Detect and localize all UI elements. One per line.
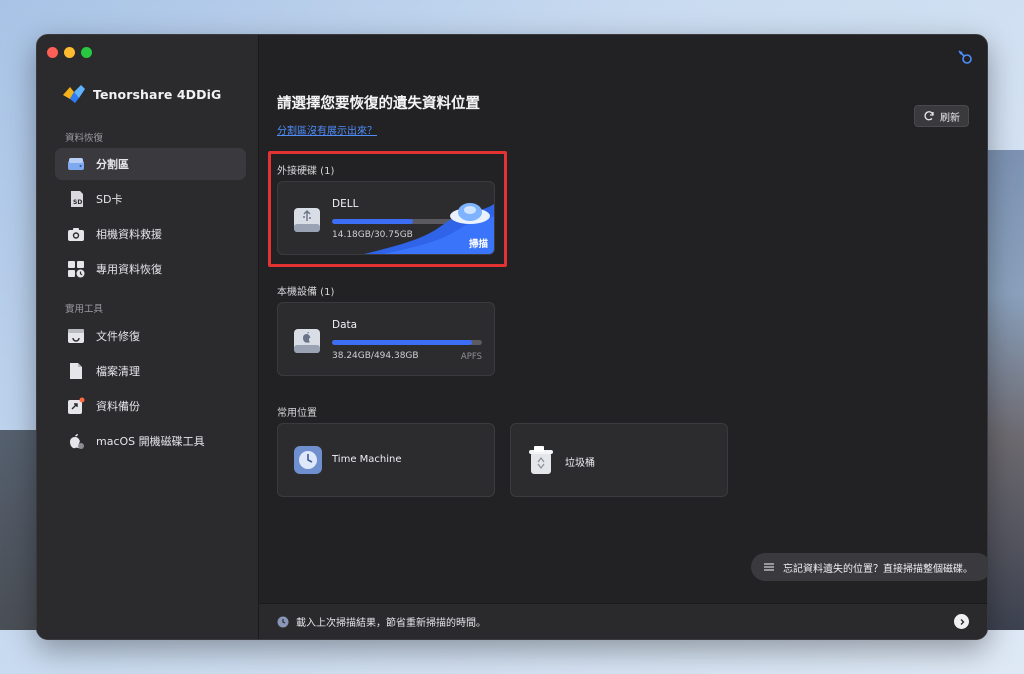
refresh-label: 刷新: [940, 112, 960, 124]
sidebar-item-label: 相機資料救援: [96, 228, 162, 241]
close-window-button[interactable]: [47, 47, 58, 58]
drive-card-dell[interactable]: DELL 14.18GB/30.75GB 掃描: [277, 181, 495, 255]
brand: Tenorshare 4DDiG: [61, 83, 221, 105]
sidebar-item-label: 資料備份: [96, 400, 140, 413]
sidebar-item-label: 專用資料恢復: [96, 263, 162, 276]
sidebar-item-label: 檔案清理: [96, 365, 140, 378]
apple-boot-icon: [67, 432, 85, 450]
common-locations-label: 常用位置: [277, 408, 317, 419]
drive-usage-fill: [332, 340, 472, 345]
page-title: 請選擇您要恢復的遺失資料位置: [277, 96, 480, 112]
sidebar: Tenorshare 4DDiG 資料恢復 分割區 SD SD卡 相機資料救援: [37, 35, 259, 639]
chevron-right-icon[interactable]: [954, 614, 969, 629]
key-icon[interactable]: [957, 49, 973, 65]
bottom-tip-text: 載入上次掃描結果，節省重新掃描的時間。: [296, 618, 486, 629]
sidebar-item-file-clean[interactable]: 檔案清理: [55, 355, 246, 387]
drive-name: Data: [332, 319, 358, 331]
time-machine-icon: [294, 446, 322, 474]
section-label-recovery: 資料恢復: [65, 133, 104, 144]
section-label-tools: 實用工具: [65, 304, 104, 315]
list-icon: [764, 563, 774, 571]
local-devices-label: 本機設備 (1): [277, 287, 335, 298]
sidebar-item-label: macOS 開機磁碟工具: [96, 435, 205, 448]
sidebar-item-macos-boot-disk[interactable]: macOS 開機磁碟工具: [55, 425, 246, 457]
drive-filesystem: APFS: [460, 352, 482, 362]
usb-drive-icon: [294, 208, 320, 232]
drive-size: 38.24GB/494.38GB: [332, 351, 419, 361]
special-recovery-icon: [67, 260, 85, 278]
location-card-trash[interactable]: 垃圾桶: [510, 423, 728, 497]
refresh-button[interactable]: 刷新: [914, 105, 969, 127]
sidebar-item-partition[interactable]: 分割區: [55, 148, 246, 180]
window-controls: [47, 47, 92, 58]
drive-name: DELL: [332, 198, 359, 210]
partition-not-shown-link[interactable]: 分割區沒有展示出來？: [277, 122, 377, 137]
desktop-background-left: [0, 430, 40, 630]
bottom-bar[interactable]: 載入上次掃描結果，節省重新掃描的時間。: [259, 603, 987, 639]
refresh-icon: [924, 111, 934, 121]
scan-label[interactable]: 掃描: [469, 236, 488, 250]
camera-icon: [67, 225, 85, 243]
app-name: Tenorshare 4DDiG: [93, 86, 222, 102]
sidebar-item-label: 文件修復: [96, 330, 140, 343]
sidebar-item-sd-card[interactable]: SD SD卡: [55, 183, 246, 215]
sidebar-item-camera-recovery[interactable]: 相機資料救援: [55, 218, 246, 250]
float-tip-text: 忘記資料遺失的位置？直接掃描整個磁碟。: [783, 563, 973, 575]
sidebar-item-special-recovery[interactable]: 專用資料恢復: [55, 253, 246, 285]
zoom-window-button[interactable]: [81, 47, 92, 58]
svg-text:SD: SD: [73, 199, 82, 206]
file-clean-icon: [67, 362, 85, 380]
sidebar-item-label: SD卡: [96, 193, 123, 206]
sd-card-icon: SD: [67, 190, 85, 208]
location-name: Time Machine: [332, 454, 402, 465]
app-logo-icon: [63, 85, 85, 103]
mac-drive-icon: [294, 329, 320, 353]
backup-icon: [67, 397, 85, 415]
location-card-time-machine[interactable]: Time Machine: [277, 423, 495, 497]
drive-card-data[interactable]: Data 38.24GB/494.38GB APFS: [277, 302, 495, 376]
external-drives-label: 外接硬碟 (1): [277, 166, 335, 177]
file-repair-icon: [67, 327, 85, 345]
scan-whole-disk-tip[interactable]: 忘記資料遺失的位置？直接掃描整個磁碟。: [751, 553, 987, 581]
app-window: Tenorshare 4DDiG 資料恢復 分割區 SD SD卡 相機資料救援: [36, 34, 988, 640]
sidebar-item-backup[interactable]: 資料備份: [55, 390, 246, 422]
trash-icon: [529, 446, 553, 474]
location-name: 垃圾桶: [565, 458, 595, 469]
main-panel: 請選擇您要恢復的遺失資料位置 分割區沒有展示出來？ 刷新 外接硬碟 (1) DE…: [259, 35, 987, 639]
minimize-window-button[interactable]: [64, 47, 75, 58]
clock-icon: [277, 616, 289, 627]
drive-icon: [67, 155, 85, 173]
drive-usage-bar: [332, 340, 482, 345]
sidebar-item-file-repair[interactable]: 文件修復: [55, 320, 246, 352]
sidebar-item-label: 分割區: [96, 158, 129, 171]
